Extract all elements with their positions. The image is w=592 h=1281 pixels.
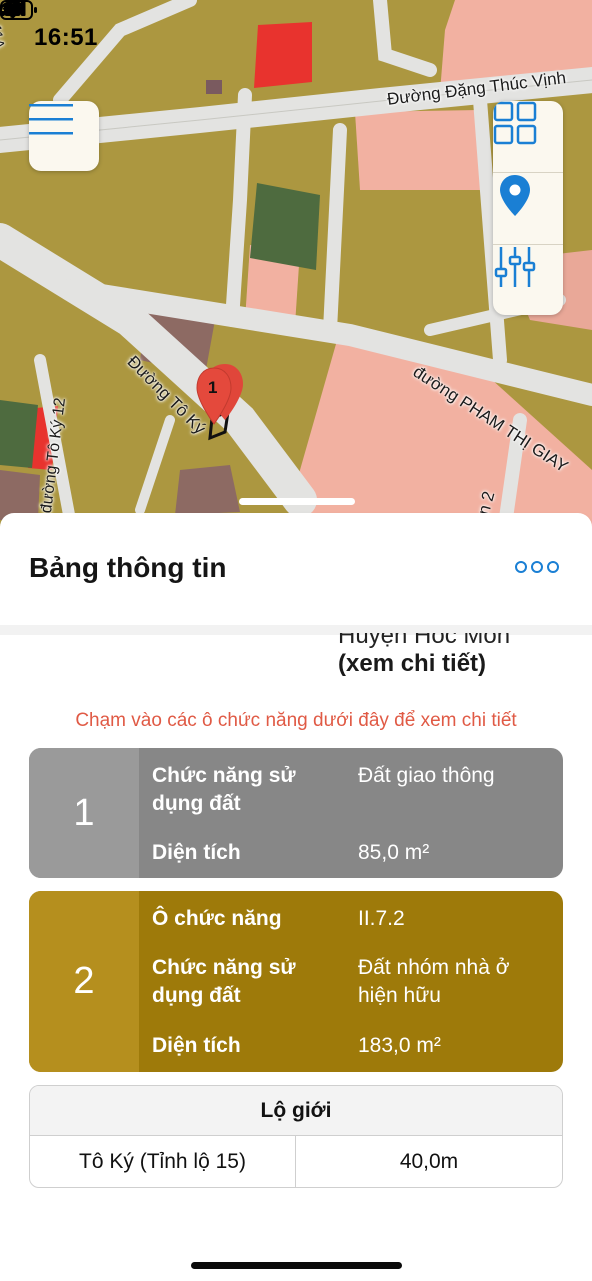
home-indicator[interactable] [191,1262,402,1269]
location-pin-icon [500,175,530,216]
card-row-label: Chức năng sử dụng đất [152,956,296,1007]
filter-button[interactable] [493,245,563,315]
road-table-header: Lộ giới [30,1086,562,1136]
card-row-label: Diện tích [152,1034,241,1057]
sliders-icon [494,247,536,287]
more-options-icon[interactable] [514,558,560,576]
status-bar: 16:51 [0,0,592,76]
menu-icon [29,104,73,135]
map-view[interactable]: – 11A Đường Đặng Thúc Vịnh Đường Tô Ký đ… [0,0,592,560]
card-row-label: Ô chức năng [152,907,282,930]
panel-title: Bảng thông tin [29,552,227,583]
my-location-button[interactable] [493,173,563,244]
card-number: 2 [29,891,139,1072]
road-width-cell: 40,0m [399,1150,459,1173]
card-row-value: 85,0 m² [358,841,430,864]
card-row-value: II.7.2 [358,907,405,930]
function-card-2[interactable]: 2 Ô chức năng II.7.2 Chức năng sử dụng đ… [29,891,563,1072]
road-name-cell: Tô Ký (Tỉnh lộ 15) [30,1136,296,1187]
function-card-1[interactable]: 1 Chức năng sử dụng đất Đất giao thông D… [29,748,563,878]
card-row-label: Chức năng sử dụng đất [152,764,296,815]
grid-icon [493,101,537,145]
layers-button[interactable] [493,101,563,172]
card-row-label: Diện tích [152,841,241,864]
card-row-value: Đất nhóm nhà ở hiện hữu [358,956,510,1007]
sheet-drag-handle[interactable] [239,498,355,505]
info-panel-header: Bảng thông tin [0,513,592,625]
marker-number: 1 [208,378,218,397]
status-time: 16:51 [34,24,98,51]
card-row-value: 183,0 m² [358,1034,441,1057]
battery-icon [0,0,37,20]
view-detail-link[interactable]: (xem chi tiết) [338,650,486,678]
road-boundary-table: Lộ giới Tô Ký (Tỉnh lộ 15) 40,0m [29,1085,563,1188]
menu-button[interactable] [29,101,99,171]
hint-text: Chạm vào các ô chức năng dưới đây để xem… [75,710,517,731]
card-row-value: Đất giao thông [358,764,495,787]
card-number: 1 [29,748,139,878]
map-controls [493,101,563,315]
